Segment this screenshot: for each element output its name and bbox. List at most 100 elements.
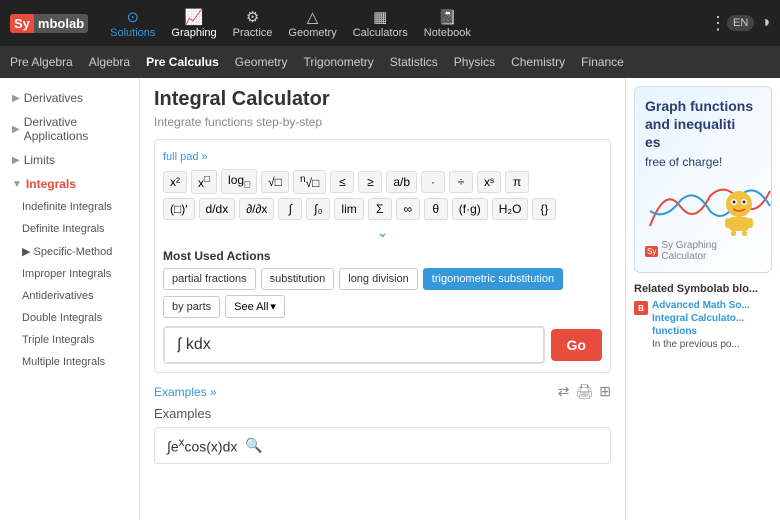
top-nav: Sy mbolab ⊙ Solutions 📈 Graphing ⚙ Pract… [0,0,780,46]
sym-x0[interactable]: x□ [191,170,217,194]
sym-sum[interactable]: Σ [368,198,392,220]
sym-geq[interactable]: ≥ [358,171,382,193]
sidebar-item-limits[interactable]: ▶ Limits [0,148,139,172]
sidebar-label-multiple: Multiple Integrals [22,356,105,368]
sym-partial[interactable]: ∂/∂x [239,198,274,220]
sym-h2o[interactable]: H₂O [492,198,529,220]
example-formula: ∫excos(x)dx [167,436,237,455]
mascot [721,190,757,236]
sidebar-label-limits: Limits [24,153,55,167]
sym-dot[interactable]: · [421,171,445,193]
sy-label: Sy Graphing Calculator [661,240,761,262]
sidebar-label-derivatives: Derivatives [24,91,83,105]
sidebar-label-integrals: Integrals [26,177,76,191]
subject-finance[interactable]: Finance [581,55,624,69]
nav-notebook-label: Notebook [424,27,471,39]
symbol-row-2: (□)ʹ d/dx ∂/∂x ∫ ∫₀ lim Σ ∞ θ (f·g) H₂O … [163,198,602,220]
sym-fg[interactable]: (f·g) [452,198,488,220]
sym-div[interactable]: ÷ [449,171,473,193]
nav-graphing-label: Graphing [171,27,216,39]
right-panel: Graph functions and inequalities free of… [625,78,780,520]
action-partial-fractions[interactable]: partial fractions [163,268,256,290]
print-icon[interactable]: 🖨 [575,383,593,400]
download-icon[interactable]: ⊞ [599,383,611,400]
sym-x2[interactable]: x² [163,171,187,193]
nav-practice[interactable]: ⚙ Practice [233,8,273,39]
sym-ddx[interactable]: d/dx [199,198,236,220]
sym-leq[interactable]: ≤ [330,171,354,193]
subject-trigonometry[interactable]: Trigonometry [303,55,373,69]
sidebar-label-definite: Definite Integrals [22,223,105,235]
sidebar-item-integrals[interactable]: ▼ Integrals [0,172,139,196]
subject-chemistry[interactable]: Chemistry [511,55,565,69]
sidebar-item-triple[interactable]: Triple Integrals [0,329,139,351]
examples-link[interactable]: Examples » [154,385,217,399]
action-buttons: partial fractions substitution long divi… [163,268,602,318]
sidebar-item-improper[interactable]: Improper Integrals [0,263,139,285]
sym-sqrt[interactable]: √□ [261,171,289,193]
expand-symbols-button[interactable]: ⌄ [163,224,602,241]
share-icon[interactable]: ⇄ [558,383,570,400]
nav-notebook[interactable]: 📓 Notebook [424,8,471,39]
subject-statistics[interactable]: Statistics [390,55,438,69]
sidebar-item-antideriv[interactable]: Antiderivatives [0,285,139,307]
integral-input[interactable] [163,326,545,364]
example-item[interactable]: ∫excos(x)dx 🔍 [154,427,611,464]
sym-defint[interactable]: ∫₀ [306,198,330,220]
sidebar-item-definite[interactable]: Definite Integrals [0,218,139,240]
nav-geometry-label: Geometry [288,27,336,39]
sidebar-item-derivatives[interactable]: ▶ Derivatives [0,86,139,110]
go-button[interactable]: Go [551,329,602,361]
action-long-division[interactable]: long division [339,268,418,290]
sym-log[interactable]: log□ [221,169,257,194]
subject-geometry[interactable]: Geometry [235,55,288,69]
sym-integral[interactable]: ∫ [278,198,302,220]
search-icon[interactable]: 🔍 [245,437,262,454]
action-substitution[interactable]: substitution [261,268,335,290]
subject-algebra[interactable]: Algebra [89,55,130,69]
sym-lim[interactable]: lim [334,198,363,220]
sym-deriv[interactable]: (□)ʹ [163,198,195,220]
sidebar-item-derivative-apps[interactable]: ▶ Derivative Applications [0,110,139,148]
sym-xs[interactable]: xˢ [477,171,501,193]
sidebar-item-indefinite[interactable]: Indefinite Integrals [0,196,139,218]
sidebar-item-double[interactable]: Double Integrals [0,307,139,329]
action-by-parts[interactable]: by parts [163,296,220,318]
subject-physics[interactable]: Physics [454,55,495,69]
sym-inf[interactable]: ∞ [396,198,420,220]
nav-solutions[interactable]: ⊙ Solutions [110,8,155,39]
sidebar-item-specific[interactable]: ▶ Specific-Method [0,240,139,263]
subject-pre-calculus[interactable]: Pre Calculus [146,55,219,69]
graph-ad: Graph functions and inequalities free of… [634,86,772,273]
logo-sy: Sy [10,14,34,33]
sym-braces[interactable]: {} [532,198,556,220]
sidebar-label-specific: ▶ Specific-Method [22,245,112,258]
sidebar-item-multiple[interactable]: Multiple Integrals [0,351,139,373]
sym-frac[interactable]: a/b [386,171,417,193]
more-menu-icon[interactable]: ⋮ [709,13,727,34]
see-all-button[interactable]: See All ▾ [225,295,285,318]
nav-graphing[interactable]: 📈 Graphing [171,8,216,39]
sy-logo-small: Sy [645,246,658,257]
sym-nthroot[interactable]: n√□ [293,170,326,194]
sym-theta[interactable]: θ [424,198,448,220]
theme-toggle[interactable]: ◑ [760,14,770,32]
symbol-row-1: x² x□ log□ √□ n√□ ≤ ≥ a/b · ÷ xˢ π [163,169,602,194]
geometry-icon: △ [307,8,319,26]
chevron-right-icon: ▶ [12,155,20,166]
language-toggle[interactable]: EN [727,15,754,31]
see-all-label: See All [234,301,268,313]
logo[interactable]: Sy mbolab [10,14,88,33]
blog-item[interactable]: B Advanced Math So... Integral Calculato… [634,299,772,351]
sym-pi[interactable]: π [505,171,529,193]
sidebar-label-antideriv: Antiderivatives [22,290,94,302]
nav-geometry[interactable]: △ Geometry [288,8,336,39]
practice-icon: ⚙ [246,8,259,26]
subject-pre-algebra[interactable]: Pre Algebra [10,55,73,69]
subject-nav: Pre Algebra Algebra Pre Calculus Geometr… [0,46,780,78]
fullpad-link[interactable]: full pad » [163,151,208,163]
input-row: Go [163,326,602,364]
action-trig-sub[interactable]: trigonometric substitution [423,268,563,290]
sidebar-label-indefinite: Indefinite Integrals [22,201,112,213]
nav-calculators[interactable]: ▦ Calculators [353,8,408,39]
